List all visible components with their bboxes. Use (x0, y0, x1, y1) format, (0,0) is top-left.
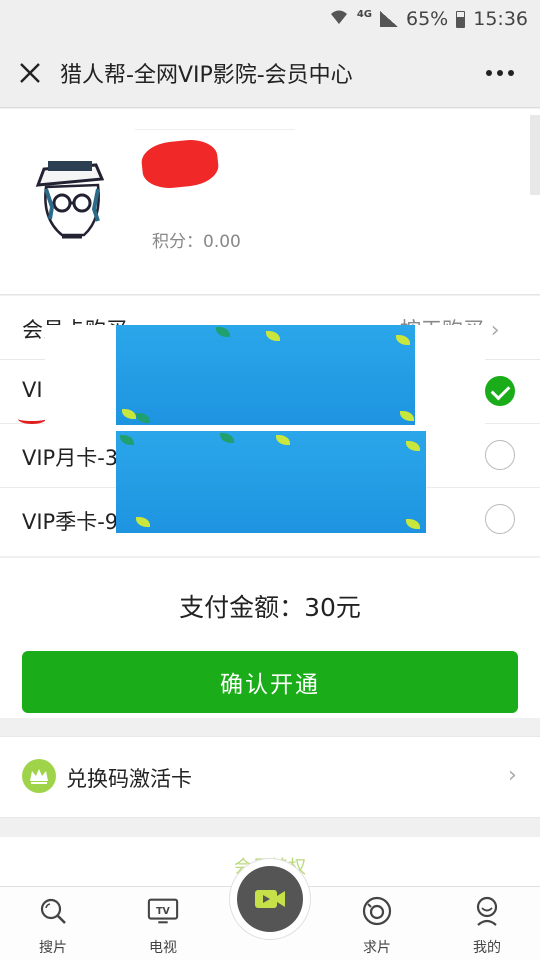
search-icon (37, 895, 69, 927)
redeem-label: 兑换码激活卡 (66, 767, 192, 791)
chevron-right-icon: › (508, 763, 517, 788)
close-icon (20, 62, 40, 83)
nav-label: 搜片 (39, 940, 67, 956)
ad-banner[interactable] (116, 431, 426, 533)
nav-label: 求片 (363, 940, 391, 956)
radio-unchecked-icon[interactable] (485, 440, 515, 470)
tv-icon: TV (147, 895, 179, 927)
card-option-label: VIP月卡-3 (22, 446, 119, 470)
scroll-indicator (530, 115, 540, 195)
nav-label: 电视 (149, 940, 177, 956)
nav-item-me[interactable]: 我的 (442, 887, 532, 960)
avatar-illustration (35, 161, 105, 239)
red-mark (18, 414, 46, 424)
video-icon (237, 866, 303, 932)
crown-icon (22, 759, 56, 793)
signal-icon (380, 11, 398, 27)
center-video-button[interactable] (229, 858, 311, 940)
page-title: 猎人帮-全网VIP影院-会员中心 (60, 62, 353, 88)
ad-banner[interactable] (116, 325, 415, 425)
profile-section: 积分：0.00 (0, 109, 540, 295)
card-option-label: VI (22, 378, 43, 402)
radio-unchecked-icon[interactable] (485, 504, 515, 534)
confirm-button[interactable]: 确认开通 (22, 651, 518, 713)
avatar[interactable] (22, 149, 118, 245)
profile-icon (471, 895, 503, 927)
card-option-label: VIP季卡-9 (22, 510, 119, 534)
divider (135, 129, 295, 130)
battery-icon (456, 10, 466, 28)
payment-section: 支付金额：30元 确认开通 (0, 558, 540, 718)
nav-item-tv[interactable]: TV 电视 (118, 887, 208, 960)
more-icon (486, 69, 514, 76)
points-value: 积分：0.00 (152, 232, 241, 252)
close-button[interactable] (0, 38, 60, 108)
nav-item-request[interactable]: 求片 (332, 887, 422, 960)
nav-label: 我的 (473, 940, 501, 956)
more-button[interactable] (460, 38, 540, 108)
clock: 15:36 (473, 8, 528, 30)
radio-checked-icon[interactable] (485, 376, 515, 406)
battery-percent: 65% (406, 8, 449, 30)
svg-text:TV: TV (156, 906, 170, 917)
chevron-right-icon: › (490, 318, 500, 343)
title-bar: 猎人帮-全网VIP影院-会员中心 (0, 38, 540, 108)
redacted-username (139, 137, 221, 191)
nav-item-search[interactable]: 搜片 (8, 887, 98, 960)
wifi-icon (329, 8, 349, 31)
status-bar: 4G 65% 15:36 (0, 0, 540, 38)
payment-amount: 支付金额：30元 (179, 593, 361, 622)
request-icon (361, 895, 393, 927)
redeem-code-row[interactable]: 兑换码激活卡 › (0, 736, 540, 818)
network-type: 4G (356, 8, 372, 20)
